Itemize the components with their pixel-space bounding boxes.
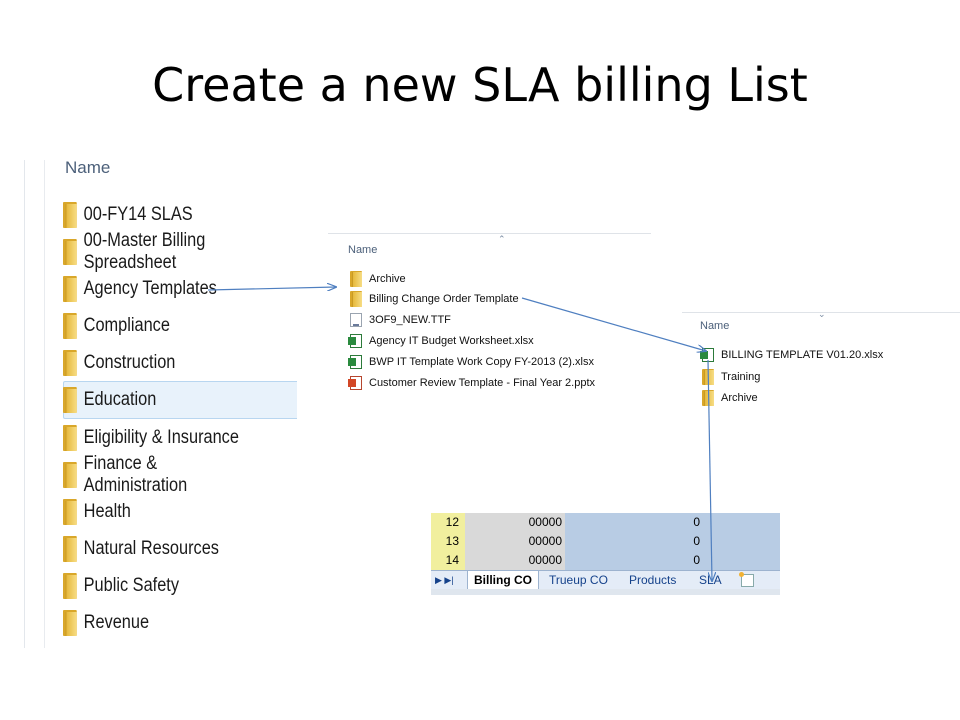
folder-item[interactable]: Finance & Administration [63, 453, 264, 496]
right-explorer-panel: Name ⌄ BILLING TEMPLATE V01.20.xlsx Trai… [682, 312, 960, 429]
excel-file-icon [348, 355, 362, 369]
slide-title: Create a new SLA billing List [152, 58, 808, 112]
file-label: 3OF9_NEW.TTF [369, 314, 451, 326]
folder-icon [702, 390, 714, 406]
folder-item[interactable]: Agency Templates [63, 272, 217, 306]
file-item[interactable]: Agency IT Budget Worksheet.xlsx [348, 332, 534, 350]
sort-caret-icon[interactable]: ⌄ [818, 313, 826, 320]
folder-item[interactable]: Construction [63, 346, 175, 380]
tab-products[interactable]: Products [629, 571, 676, 589]
folder-label: Public Safety [83, 575, 180, 596]
file-label: Agency IT Budget Worksheet.xlsx [369, 335, 534, 347]
folder-icon [63, 499, 77, 525]
folder-item-selected[interactable]: Education [63, 383, 156, 417]
folder-icon [63, 610, 77, 636]
spreadsheet-snippet: 12 00000 0 13 00000 0 14 00000 0 ▶ ▶| Bi… [431, 511, 780, 595]
cell[interactable]: 00000 [465, 551, 565, 570]
left-explorer-panel: Name 00-FY14 SLAS 00-Master Billing Spre… [24, 160, 297, 648]
folder-icon [63, 536, 77, 562]
sheet-nav-arrows-icon[interactable]: ▶ ▶| [435, 571, 454, 589]
cell[interactable]: 0 [565, 532, 780, 551]
insert-sheet-icon[interactable] [739, 572, 754, 587]
cell[interactable]: 00000 [465, 532, 565, 551]
folder-item[interactable]: Health [63, 495, 131, 529]
file-label: Billing Change Order Template [369, 293, 519, 305]
nav-divider [44, 160, 45, 648]
folder-icon [63, 573, 77, 599]
folder-icon [63, 387, 77, 413]
folder-label: Compliance [83, 315, 170, 336]
folder-item[interactable]: Revenue [63, 606, 149, 640]
folder-item[interactable]: Compliance [63, 309, 170, 343]
file-item[interactable]: BWP IT Template Work Copy FY-2013 (2).xl… [348, 353, 594, 371]
name-column-header[interactable]: Name [700, 320, 729, 332]
row-number[interactable]: 12 [431, 513, 465, 532]
folder-item[interactable]: Eligibility & Insurance [63, 421, 239, 455]
tab-sla[interactable]: SLA [699, 571, 722, 589]
folder-label: 00-Master Billing Spreadsheet [83, 230, 206, 273]
folder-item[interactable]: 00-Master Billing Spreadsheet [63, 230, 264, 273]
folder-label: Agency Templates [83, 278, 217, 299]
tab-billing-co[interactable]: Billing CO [467, 571, 539, 589]
file-item[interactable]: Training [702, 368, 760, 386]
folder-icon [63, 202, 77, 228]
sheet-row: 13 00000 0 [431, 532, 780, 551]
file-label: Archive [369, 273, 406, 285]
file-label: BILLING TEMPLATE V01.20.xlsx [721, 349, 884, 361]
folder-label: Finance & Administration [83, 453, 188, 496]
folder-label: Eligibility & Insurance [83, 427, 239, 448]
folder-icon [63, 462, 77, 488]
folder-label: Health [83, 501, 131, 522]
excel-file-icon [700, 348, 714, 362]
sort-caret-icon[interactable]: ⌃ [498, 234, 506, 245]
file-item[interactable]: 3OF9_NEW.TTF [350, 311, 451, 329]
tab-trueup-co[interactable]: Trueup CO [549, 571, 608, 589]
sheet-row: 12 00000 0 [431, 513, 780, 532]
file-label: Training [721, 371, 761, 383]
folder-label: Education [83, 389, 157, 410]
file-item[interactable]: Archive [350, 270, 406, 288]
file-item[interactable]: Archive [702, 389, 758, 407]
cell[interactable]: 0 [565, 513, 780, 532]
sheet-tab-bar: ▶ ▶| Billing CO Trueup CO Products SLA [431, 570, 780, 590]
folder-label: Natural Resources [83, 538, 219, 559]
file-item[interactable]: BILLING TEMPLATE V01.20.xlsx [700, 346, 884, 364]
folder-icon [63, 313, 77, 339]
cell[interactable]: 0 [565, 551, 780, 570]
folder-icon [350, 291, 362, 307]
powerpoint-file-icon [348, 376, 362, 390]
row-number[interactable]: 14 [431, 551, 465, 570]
folder-icon [63, 425, 77, 451]
folder-item[interactable]: Public Safety [63, 569, 179, 603]
sheet-bottom-bar [431, 589, 780, 595]
excel-file-icon [348, 334, 362, 348]
row-number[interactable]: 13 [431, 532, 465, 551]
folder-item[interactable]: Natural Resources [63, 532, 219, 566]
folder-icon [63, 350, 77, 376]
sheet-row: 14 00000 0 [431, 551, 780, 570]
folder-icon [702, 369, 714, 385]
middle-explorer-panel: Name ⌃ Archive Billing Change Order Temp… [328, 233, 651, 392]
name-column-header[interactable]: Name [65, 160, 110, 178]
folder-label: 00-FY14 SLAS [83, 204, 193, 225]
folder-icon [63, 239, 77, 265]
file-label: Archive [721, 392, 758, 404]
file-item[interactable]: Customer Review Template - Final Year 2.… [348, 374, 596, 392]
file-label: Customer Review Template - Final Year 2.… [369, 377, 596, 389]
folder-label: Revenue [83, 612, 150, 633]
folder-icon [63, 276, 77, 302]
file-item[interactable]: Billing Change Order Template [350, 290, 519, 308]
cell[interactable]: 00000 [465, 513, 565, 532]
file-label: BWP IT Template Work Copy FY-2013 (2).xl… [369, 356, 594, 368]
folder-item[interactable]: 00-FY14 SLAS [63, 198, 193, 232]
font-file-icon [350, 313, 362, 327]
name-column-header[interactable]: Name [348, 244, 377, 256]
folder-icon [350, 271, 362, 287]
folder-label: Construction [83, 352, 176, 373]
